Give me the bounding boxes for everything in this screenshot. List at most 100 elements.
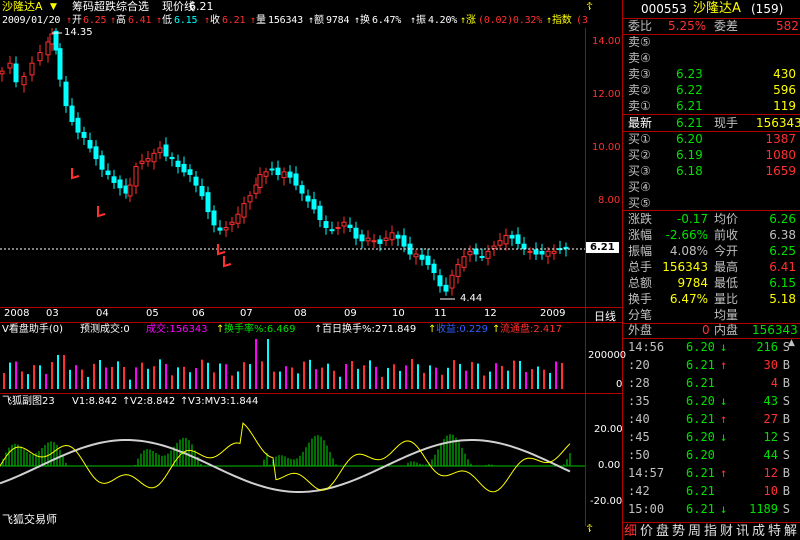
tick-price: 6.21 — [686, 484, 715, 498]
bottom-tab[interactable]: 细 — [624, 523, 637, 540]
bottom-tab[interactable]: 解 — [784, 523, 797, 540]
stat-label: 量比 — [714, 292, 739, 306]
ohlc-bar: 2009/01/20 ↑ 开 6.25 ↑ 高 6.41 ↑ 低 6.15 ↑ … — [0, 14, 600, 28]
tick-row: :50 6.20 44 S — [628, 447, 798, 463]
candle-body — [401, 235, 407, 247]
latest-value: 6.21 — [676, 116, 703, 130]
buy-volume: 1387 — [765, 132, 796, 146]
sell-volume: 430 — [773, 67, 796, 81]
vol-y-tick: 0 — [616, 379, 623, 390]
latest-row: 最新 6.21 现手 156343 — [628, 115, 800, 131]
quote-left-border — [622, 0, 623, 540]
volume-bar — [225, 364, 227, 389]
osc-footer: 飞狐交易师 — [2, 513, 57, 526]
bottom-tab[interactable]: 成 — [752, 523, 765, 540]
candle-body — [81, 131, 87, 138]
volume-title[interactable]: V看盘助手(0) — [2, 323, 63, 337]
oscillator-chart[interactable] — [0, 409, 585, 526]
volume-bar — [15, 361, 17, 389]
up-arrow-icon: ↑ — [460, 15, 466, 26]
period-label[interactable]: 日线 — [594, 308, 616, 324]
lock-icon[interactable]: ☦ — [586, 0, 593, 13]
volume-bar — [201, 359, 203, 389]
amt-label: 额 — [314, 15, 324, 26]
bottom-tab[interactable]: 价 — [640, 523, 653, 540]
indicator-title[interactable]: 筹码超跌综合选 — [72, 0, 149, 14]
menu-arrow-icon[interactable]: ▼ — [50, 0, 57, 14]
tick-time: :35 — [628, 394, 650, 408]
y-tick: 10.00 — [592, 142, 621, 153]
tick-volume: 10 — [763, 484, 778, 498]
tick-volume: 27 — [763, 412, 778, 426]
bottom-tab[interactable]: 财 — [720, 523, 733, 540]
osc-title[interactable]: 飞狐副图23 — [2, 395, 55, 409]
volume-bar — [249, 364, 251, 389]
close-value: 6.21 — [222, 15, 246, 26]
bottom-tab[interactable]: 特 — [768, 523, 781, 540]
v2-value: V2:8.842 — [130, 396, 176, 407]
volume-header: V看盘助手(0) 预测成交:0 成交:156343 ↑ 换手率%:6.469 ↑… — [0, 323, 585, 337]
tick-volume: 1189 — [749, 502, 778, 516]
stat-label: 前收 — [714, 228, 739, 242]
stock-name[interactable]: 沙隆达A — [2, 0, 43, 14]
volume-bar — [351, 361, 353, 389]
bottom-tab[interactable]: 周 — [688, 523, 701, 540]
candle-body — [383, 237, 389, 241]
volume-chart[interactable] — [0, 337, 585, 393]
volume-bar — [423, 372, 425, 389]
candle-body — [93, 146, 99, 160]
tick-scroll-icon[interactable]: ▲ — [788, 338, 795, 348]
volume-bar — [87, 376, 89, 389]
tick-price: 6.21 — [686, 502, 715, 516]
amp-value: 4.20% — [428, 15, 458, 26]
volume-bar — [501, 365, 503, 389]
candle-body — [377, 239, 383, 244]
volume-bar — [111, 366, 113, 389]
candle-body — [163, 144, 169, 157]
bottom-tab[interactable]: 讯 — [736, 523, 749, 540]
volume-bar — [63, 355, 65, 389]
up-arrow-icon: ↑ — [308, 15, 314, 26]
bottom-tab[interactable]: 指 — [704, 523, 717, 540]
tick-time: 15:00 — [628, 502, 665, 516]
stat-label: 今开 — [714, 244, 739, 258]
candle-body — [317, 205, 323, 221]
volume-bar — [375, 366, 377, 389]
tick-time: :50 — [628, 448, 650, 462]
high-label: 高 — [116, 15, 126, 26]
bottom-tab[interactable]: 盘 — [656, 523, 669, 540]
predict-label: 预测成交:0 — [80, 324, 130, 335]
volume-bar — [117, 361, 119, 389]
volume-bar — [471, 361, 473, 389]
candle-body — [257, 174, 263, 188]
x-label: 08 — [294, 308, 307, 319]
candle-body — [53, 30, 59, 51]
buy-row: 买④ — [628, 179, 798, 195]
volume-bar — [243, 362, 245, 389]
up-arrow-icon: ↑ — [110, 15, 116, 26]
outer-value: 0 — [702, 323, 710, 337]
stat-row: 分笔 均量 — [628, 307, 798, 323]
candle-body — [311, 199, 317, 210]
candle-body — [515, 234, 521, 244]
price-chart[interactable] — [0, 28, 585, 307]
volume-bar — [531, 369, 533, 389]
tick-time: 14:57 — [628, 466, 665, 480]
osc-top-border — [0, 393, 622, 394]
volume-bar — [363, 365, 365, 389]
volume-bar — [195, 367, 197, 389]
candle-body — [293, 173, 299, 186]
tick-row: 15:00 6.21 ↓ 1189 S — [628, 501, 798, 517]
stat-row: 总额 9784 最低 6.15 — [628, 275, 798, 291]
volume-bar — [279, 371, 281, 389]
candle-body — [503, 234, 509, 245]
stat-value: 6.26 — [769, 212, 796, 226]
bottom-tab[interactable]: 势 — [672, 523, 685, 540]
tick-price: 6.20 — [686, 340, 715, 354]
bell-icon[interactable]: ☦ — [586, 522, 593, 535]
stat-value: 4.08% — [669, 244, 708, 258]
buy-label: 买② — [628, 148, 651, 162]
buy-label: 买③ — [628, 164, 651, 178]
profit-value: 收益:0.229 — [436, 324, 488, 335]
volume-bar — [267, 339, 269, 389]
